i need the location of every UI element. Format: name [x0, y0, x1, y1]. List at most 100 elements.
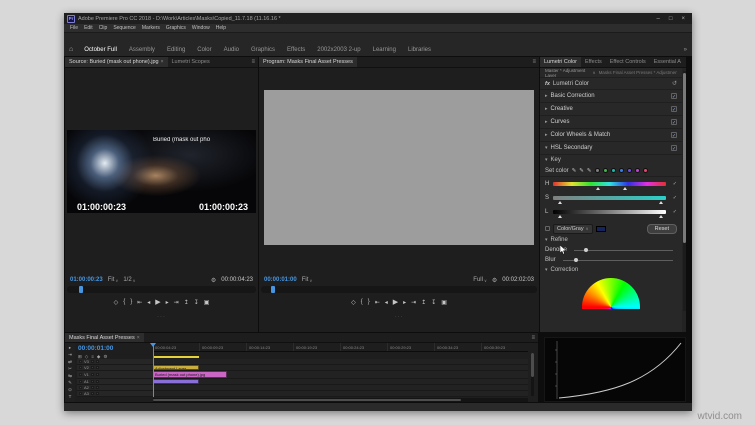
section-enabled-checkbox[interactable]: ✓	[671, 106, 677, 113]
source-scrubber[interactable]	[67, 286, 256, 293]
razor-tool-icon[interactable]: ✂	[68, 366, 72, 372]
ripple-edit-tool-icon[interactable]: ⇄	[68, 359, 72, 365]
lumetri-section-basic-correction[interactable]: ▸ Basic Correction ✓	[540, 90, 682, 103]
track-lock-toggle[interactable]	[79, 392, 82, 395]
menu-edit[interactable]: Edit	[84, 25, 93, 31]
slider-handle[interactable]	[659, 215, 664, 218]
chevron-right-icon[interactable]: ▸	[545, 93, 548, 99]
denoise-slider[interactable]	[574, 247, 673, 252]
track-visibility-toggle[interactable]	[90, 360, 94, 363]
pen-tool-icon[interactable]: ✎	[68, 380, 72, 386]
timeline-ruler[interactable]: 00:00:04:23 00:00:09:23 00:00:14:23 00:0…	[153, 343, 528, 352]
scrollbar-thumb[interactable]	[683, 73, 686, 243]
menu-markers[interactable]: Markers	[142, 25, 160, 31]
track-target-toggle[interactable]	[95, 360, 99, 363]
track-solo-toggle[interactable]	[95, 392, 99, 395]
lumetri-scrollbar[interactable]	[683, 71, 686, 311]
track-lock-toggle[interactable]	[79, 366, 82, 369]
lumetri-section-curves[interactable]: ▸ Curves ✓	[540, 116, 682, 129]
settings-gear-icon[interactable]: ⚙	[211, 277, 216, 284]
panel-menu-icon[interactable]: ≡	[528, 335, 538, 341]
timeline-vertical-scrollbar[interactable]	[531, 353, 534, 396]
key-swatch-green[interactable]	[602, 168, 608, 173]
track-lane-a3[interactable]	[153, 391, 528, 397]
slider-handle[interactable]	[623, 187, 628, 190]
menu-help[interactable]: Help	[216, 25, 226, 31]
key-swatch-red[interactable]	[642, 168, 648, 173]
hand-tool-icon[interactable]: ⊙	[68, 387, 72, 393]
source-video-frame[interactable]: Buried (mask out pho 01:00:00:23 01:00:0…	[67, 130, 256, 213]
go-to-in-icon[interactable]: ⇤	[137, 299, 142, 306]
track-solo-toggle[interactable]	[95, 386, 99, 389]
workspace-tab-graphics[interactable]: Graphics	[245, 47, 281, 53]
menu-graphics[interactable]: Graphics	[166, 25, 186, 31]
tab-effects[interactable]: Effects	[581, 57, 606, 67]
menu-sequence[interactable]: Sequence	[113, 25, 136, 31]
tab-sequence[interactable]: Masks Final Asset Presses ×	[65, 333, 144, 342]
step-back-icon[interactable]: ◂	[385, 299, 388, 306]
chevron-down-icon[interactable]: ▾	[545, 145, 548, 151]
program-scrubber[interactable]	[261, 286, 537, 293]
play-icon[interactable]: ▶	[155, 298, 160, 306]
track-mute-toggle[interactable]	[90, 380, 94, 383]
blur-slider[interactable]	[562, 257, 673, 262]
maximize-button[interactable]: □	[669, 16, 673, 22]
key-swatch-purple[interactable]	[626, 168, 632, 173]
hsl-refine-header[interactable]: ▾ Refine	[540, 235, 682, 245]
close-button[interactable]: ×	[681, 16, 685, 22]
go-to-in-icon[interactable]: ⇤	[375, 299, 380, 306]
timeline-playhead[interactable]	[153, 343, 154, 397]
correction-color-wheel[interactable]	[582, 278, 640, 309]
lumetri-section-creative[interactable]: ▸ Creative ✓	[540, 103, 682, 116]
workspace-tab-2up[interactable]: 2002x2003 2-up	[311, 47, 366, 53]
add-marker-icon[interactable]: ◇	[351, 299, 356, 306]
menu-clip[interactable]: Clip	[99, 25, 108, 31]
luma-check-icon[interactable]: ✓	[669, 209, 677, 215]
tab-essential[interactable]: Essential A	[650, 57, 685, 67]
eyedropper-remove-icon[interactable]: ✎	[587, 168, 592, 174]
chevron-right-icon[interactable]: ▸	[545, 106, 548, 112]
saturation-check-icon[interactable]: ✓	[669, 195, 677, 201]
panel-grip[interactable]: ···	[395, 314, 404, 320]
add-marker-icon[interactable]: ◇	[114, 299, 119, 306]
eyedropper-icon[interactable]: ✎	[572, 168, 577, 174]
home-icon[interactable]: ⌂	[69, 46, 73, 53]
clip-adjustment-layer[interactable]: Adjustment Layer	[153, 365, 199, 370]
source-playhead[interactable]	[79, 286, 83, 293]
workspace-tab-audio[interactable]: Audio	[218, 47, 245, 53]
program-resolution-select[interactable]: Full ∨	[473, 277, 487, 283]
step-back-icon[interactable]: ◂	[147, 299, 150, 306]
settings-wrench-icon[interactable]: ⚙	[492, 277, 497, 284]
menu-window[interactable]: Window	[192, 25, 210, 31]
workspace-tab-color[interactable]: Color	[191, 47, 217, 53]
workspace-tab-assembly[interactable]: Assembly	[123, 47, 161, 53]
key-swatch-gray[interactable]	[594, 168, 600, 173]
tab-program[interactable]: Program: Masks Final Asset Presses	[259, 57, 357, 67]
track-target-toggle[interactable]	[95, 366, 99, 369]
slider-knob[interactable]	[573, 257, 578, 262]
lumetri-section-hsl-secondary[interactable]: ▾ HSL Secondary ✓	[540, 142, 682, 155]
tab-lumetri-color[interactable]: Lumetri Color	[540, 57, 582, 67]
timeline-current-timecode[interactable]: 00:00:01:00	[78, 345, 113, 352]
tab-close-icon[interactable]: ×	[161, 59, 164, 65]
clip-buried-jpg[interactable]: Buried (mask out phone).jpg	[153, 371, 227, 378]
program-zoom-select[interactable]: Fit ∨	[302, 277, 313, 283]
tab-source-clip[interactable]: Source: Buried (mask out phone).jpg ×	[65, 57, 168, 67]
hue-slider[interactable]	[553, 182, 666, 190]
panel-menu-icon[interactable]: ≡	[529, 59, 539, 65]
section-enabled-checkbox[interactable]: ✓	[671, 145, 677, 152]
source-zoom-select[interactable]: Fit ∨	[108, 277, 119, 283]
hue-check-icon[interactable]: ✓	[669, 181, 677, 187]
slider-handle[interactable]	[595, 187, 600, 190]
scrollbar-thumb[interactable]	[531, 353, 534, 377]
clip-audio[interactable]	[153, 379, 199, 384]
lift-icon[interactable]: ↥	[421, 299, 426, 306]
reset-effect-icon[interactable]: ↺	[672, 80, 677, 87]
section-enabled-checkbox[interactable]: ✓	[671, 132, 677, 139]
mark-in-icon[interactable]: {	[361, 299, 363, 305]
slider-handle[interactable]	[659, 201, 664, 204]
panel-menu-icon[interactable]: ≡	[248, 59, 258, 65]
chevron-right-icon[interactable]: ▸	[545, 132, 548, 138]
tab-effect-controls[interactable]: Effect Controls	[606, 57, 650, 67]
color-gray-checkbox[interactable]	[545, 226, 550, 231]
